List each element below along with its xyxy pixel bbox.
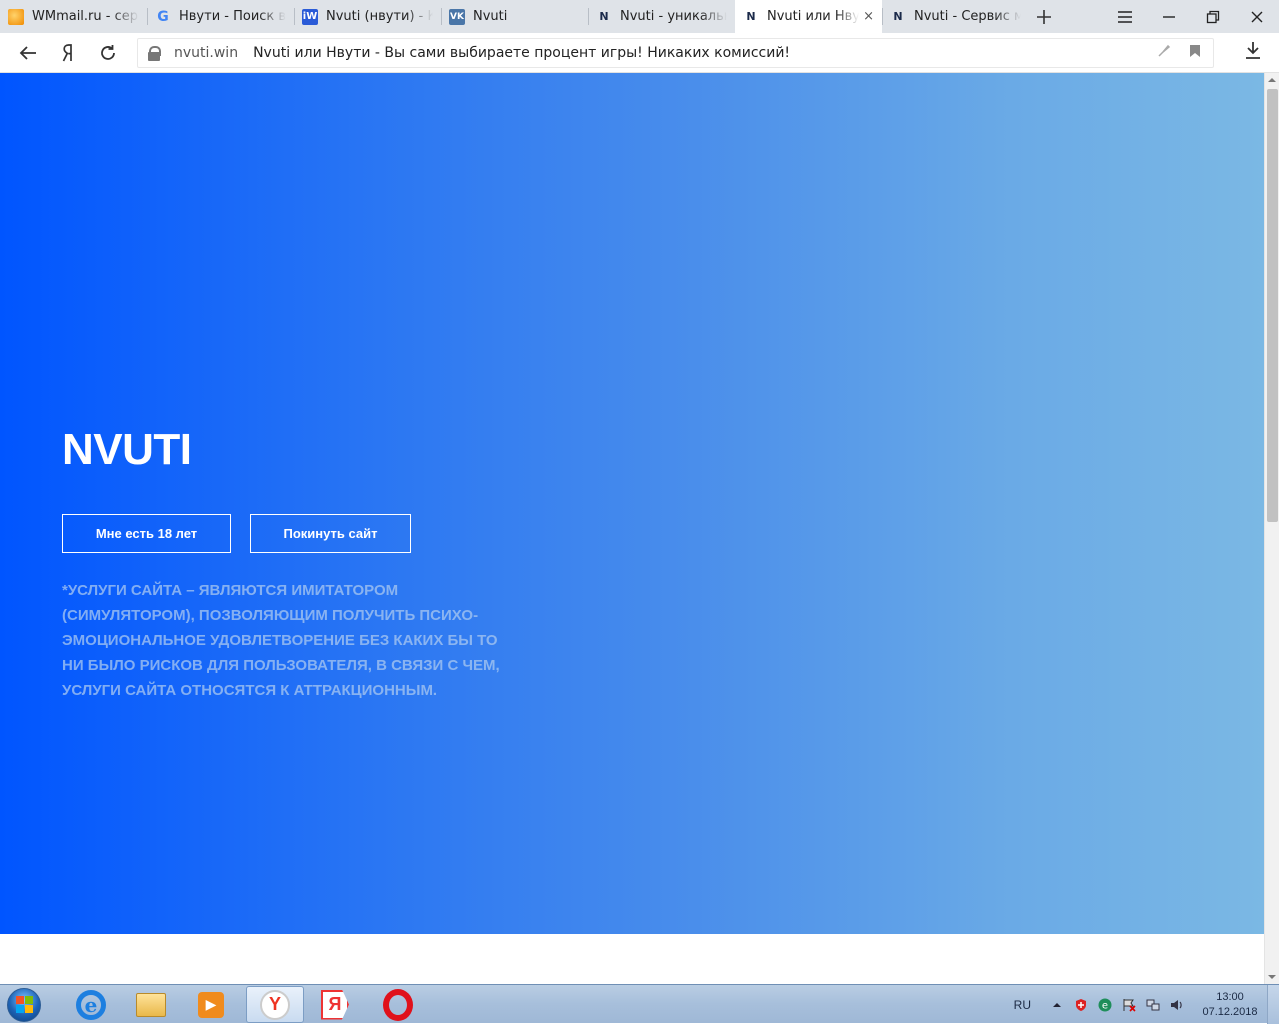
new-tab-button[interactable] <box>1029 0 1059 33</box>
iw-favicon-icon: iW <box>302 8 318 25</box>
n-favicon-icon: N <box>746 10 756 23</box>
back-button[interactable] <box>16 41 40 65</box>
restore-icon <box>1206 10 1220 23</box>
minimize-icon <box>1163 15 1175 18</box>
page-viewport: NVUTI Мне есть 18 лет Покинуть сайт *Усл… <box>0 73 1264 984</box>
tab-title: Nvuti или Нвут <box>767 9 860 24</box>
download-icon <box>1246 42 1260 59</box>
vk-favicon-icon: VK <box>449 8 465 25</box>
n-favicon-icon: N <box>893 10 903 23</box>
yandex-home-button[interactable] <box>56 41 80 65</box>
yandex-logo-icon <box>62 44 72 62</box>
tab-title: Nvuti - уникальн <box>620 9 727 24</box>
clock[interactable]: 13:00 07.12.2018 <box>1193 990 1267 1020</box>
window-controls <box>1103 0 1279 33</box>
tab-wmmail[interactable]: WMmail.ru - серв <box>0 0 147 33</box>
taskbar-internet-explorer[interactable]: e <box>62 986 120 1023</box>
leave-site-button[interactable]: Покинуть сайт <box>250 514 411 553</box>
internet-explorer-icon: e <box>76 989 106 1020</box>
folder-icon <box>136 992 166 1017</box>
n-favicon-icon: N <box>599 10 609 23</box>
taskbar-explorer[interactable] <box>122 986 180 1023</box>
scroll-up-arrow-icon[interactable] <box>1268 76 1276 84</box>
taskbar-yandex[interactable]: Я <box>306 986 364 1023</box>
opera-icon <box>383 988 413 1021</box>
taskbar-opera[interactable] <box>369 986 427 1023</box>
language-indicator[interactable]: RU <box>1014 998 1031 1012</box>
scroll-down-arrow-icon[interactable] <box>1268 973 1276 981</box>
vertical-scrollbar[interactable] <box>1264 73 1279 984</box>
flag-action-center-icon[interactable] <box>1121 997 1137 1013</box>
yandex-icon: Я <box>321 989 349 1020</box>
shield-icon[interactable] <box>1073 997 1089 1013</box>
disclaimer-text: *Услуги сайта – являются имитатором (сим… <box>62 582 500 699</box>
page-title: Nvuti или Нвути - Вы сами выбираете проц… <box>253 45 791 61</box>
navigation-bar: nvuti.win Nvuti или Нвути - Вы сами выби… <box>0 33 1279 73</box>
close-window-button[interactable] <box>1235 0 1279 33</box>
bookmark-icon[interactable] <box>1189 44 1201 58</box>
e-tray-icon[interactable]: e <box>1097 997 1113 1013</box>
reload-button[interactable] <box>96 41 120 65</box>
address-bar[interactable]: nvuti.win Nvuti или Нвути - Вы сами выби… <box>137 38 1214 68</box>
taskbar-yandex-browser[interactable]: Y <box>246 986 304 1023</box>
protect-icon[interactable] <box>1157 44 1171 58</box>
hero-section: NVUTI Мне есть 18 лет Покинуть сайт *Усл… <box>0 73 1264 934</box>
tab-nvuti-service[interactable]: N Nvuti - Сервис мг <box>882 0 1029 33</box>
taskbar-media-player[interactable]: ▶ <box>182 986 240 1023</box>
minimize-button[interactable] <box>1147 0 1191 33</box>
clock-date: 07.12.2018 <box>1202 1005 1258 1018</box>
svg-text:e: e <box>1102 1000 1108 1011</box>
tab-title: Nvuti - Сервис мг <box>914 9 1021 24</box>
menu-button[interactable] <box>1103 0 1147 33</box>
tab-title: WMmail.ru - серв <box>32 9 139 24</box>
system-tray: RU e 13:00 07.12.2018 <box>1014 985 1279 1024</box>
google-favicon-icon: G <box>157 8 169 25</box>
tab-nvuti-unique[interactable]: N Nvuti - уникальн <box>588 0 735 33</box>
plus-icon <box>1037 9 1051 24</box>
scrollbar-thumb[interactable] <box>1267 89 1278 522</box>
network-icon[interactable] <box>1145 997 1161 1013</box>
tab-strip: WMmail.ru - серв G Нвути - Поиск в G iW … <box>0 0 1279 33</box>
tab-google-search[interactable]: G Нвути - Поиск в G <box>147 0 294 33</box>
reload-icon <box>101 45 115 60</box>
restore-button[interactable] <box>1191 0 1235 33</box>
show-desktop-button[interactable] <box>1267 985 1279 1024</box>
hamburger-icon <box>1118 10 1132 23</box>
age-confirm-button[interactable]: Мне есть 18 лет <box>62 514 231 553</box>
lock-icon <box>147 46 161 61</box>
tab-title: Nvuti (нвути) - Ка <box>326 9 433 24</box>
volume-icon[interactable] <box>1169 997 1185 1013</box>
clock-time: 13:00 <box>1216 990 1244 1003</box>
downloads-button[interactable] <box>1245 41 1261 65</box>
url-domain: nvuti.win <box>174 45 239 61</box>
yandex-browser-icon: Y <box>260 989 290 1020</box>
show-hidden-icons-icon[interactable] <box>1049 997 1065 1013</box>
brand-title: NVUTI <box>62 425 192 474</box>
windows-logo-icon <box>7 987 41 1022</box>
taskbar: e ▶ Y Я RU e 13:00 07.12.2018 <box>0 984 1279 1024</box>
tab-title: Нвути - Поиск в G <box>179 9 286 24</box>
wmmail-favicon-icon <box>8 8 24 25</box>
close-icon <box>1251 11 1263 22</box>
back-arrow-icon <box>19 46 36 60</box>
tab-nvuti-active[interactable]: N Nvuti или Нвут × <box>735 0 882 33</box>
tab-close-icon[interactable]: × <box>863 9 874 24</box>
tab-vk[interactable]: VK Nvuti <box>441 0 588 33</box>
media-player-icon: ▶ <box>198 991 224 1018</box>
tab-iw[interactable]: iW Nvuti (нвути) - Ка <box>294 0 441 33</box>
address-bar-actions <box>1157 44 1201 58</box>
tab-title: Nvuti <box>473 9 508 24</box>
start-button[interactable] <box>4 986 44 1023</box>
